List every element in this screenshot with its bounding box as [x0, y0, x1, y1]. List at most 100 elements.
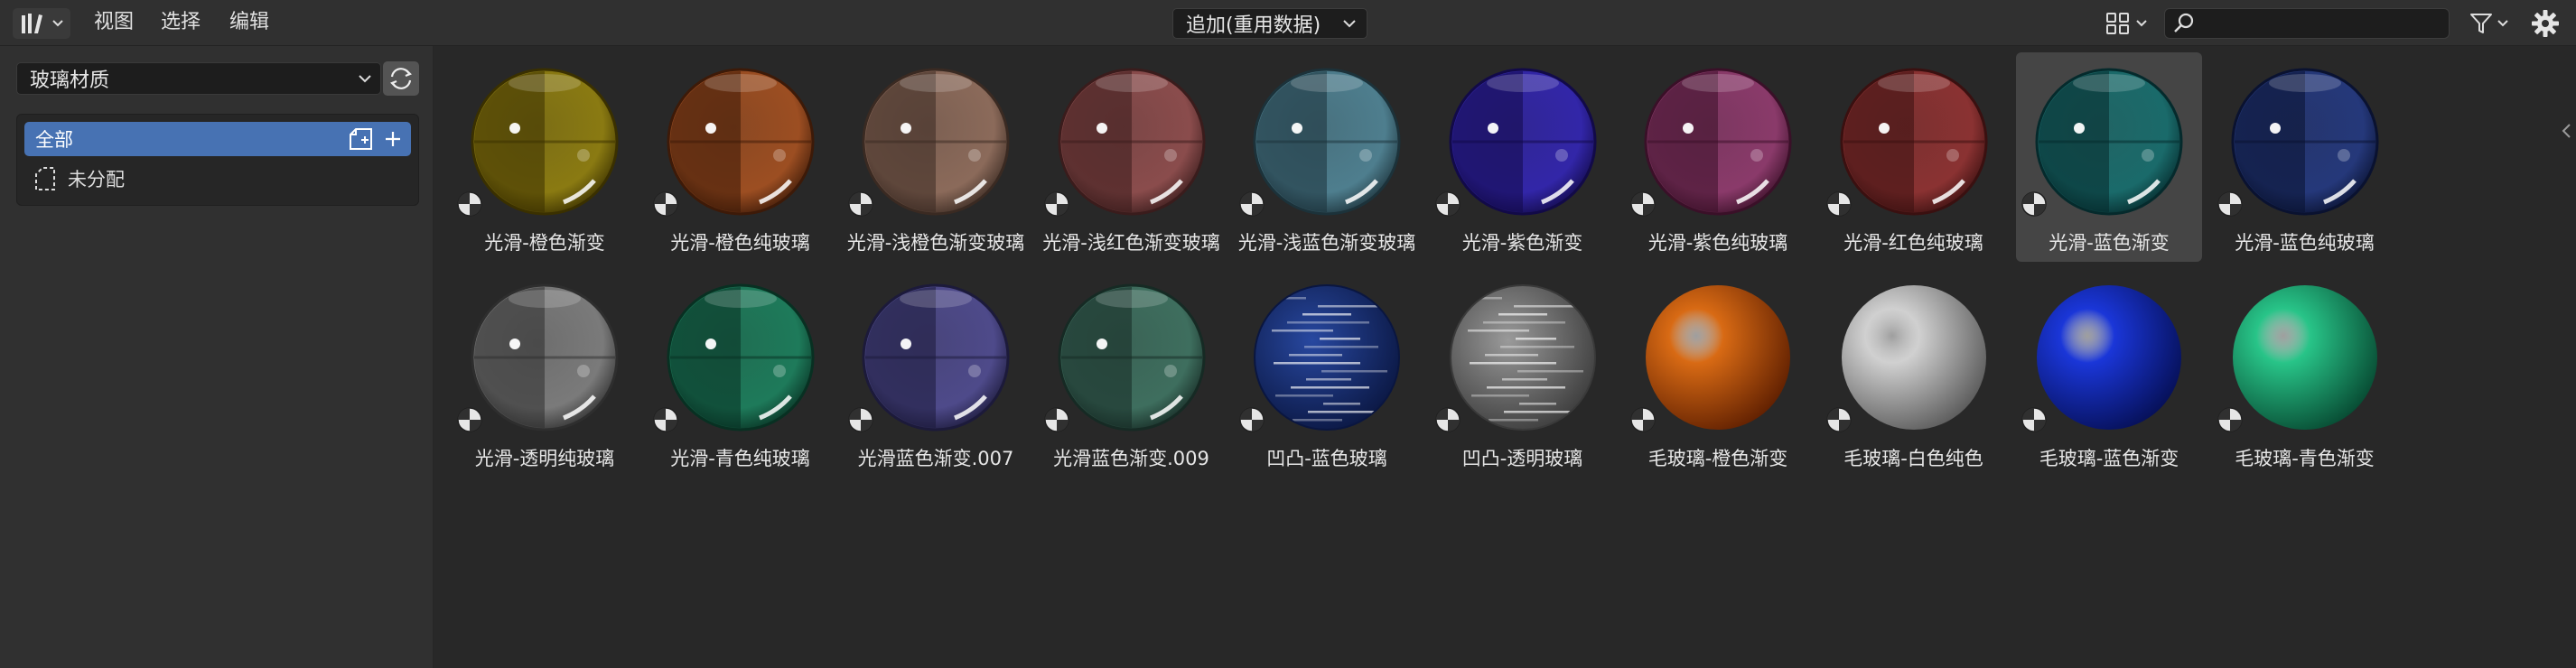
- asset-label: 毛玻璃-橙色渐变: [1647, 448, 1788, 469]
- asset-tile[interactable]: 光滑-紫色纯玻璃: [1625, 52, 1811, 262]
- material-preview-thumbnail: [1643, 283, 1793, 432]
- asset-tile[interactable]: 光滑蓝色渐变.009: [1039, 268, 1225, 478]
- menu-view[interactable]: 视图: [89, 7, 139, 38]
- glass-sphere-preview-icon: [471, 283, 619, 431]
- material-preview-thumbnail: [1057, 283, 1207, 432]
- gear-icon: [2532, 10, 2559, 37]
- asset-tile[interactable]: 光滑-浅蓝色渐变玻璃: [1234, 52, 1420, 262]
- asset-tile[interactable]: 光滑-蓝色渐变: [2016, 52, 2202, 262]
- glass-sphere-preview-icon: [2232, 285, 2377, 430]
- asset-tile[interactable]: 光滑-浅橙色渐变玻璃: [843, 52, 1029, 262]
- asset-tile[interactable]: 凹凸-蓝色玻璃: [1234, 268, 1420, 478]
- material-preview-thumbnail: [1252, 67, 1402, 217]
- asset-tile[interactable]: 光滑-橙色纯玻璃: [648, 52, 834, 262]
- material-preview-thumbnail: [861, 283, 1011, 432]
- grid-view-icon: [2106, 13, 2129, 34]
- asset-label: 光滑-橙色渐变: [484, 232, 605, 254]
- filter-icon: [2470, 14, 2492, 33]
- glass-sphere-preview-icon: [1449, 284, 1596, 431]
- asset-label: 光滑蓝色渐变.007: [857, 448, 1014, 469]
- material-type-icon: [2217, 190, 2244, 218]
- asset-tile[interactable]: 凹凸-透明玻璃: [1430, 268, 1616, 478]
- asset-label: 光滑-紫色渐变: [1461, 232, 1583, 254]
- material-type-icon: [652, 406, 679, 433]
- glass-sphere-preview-icon: [2035, 68, 2183, 216]
- menu-edit[interactable]: 编辑: [224, 7, 275, 38]
- asset-label: 光滑-紫色纯玻璃: [1647, 232, 1788, 254]
- asset-tile[interactable]: 毛玻璃-橙色渐变: [1625, 268, 1811, 478]
- asset-tile[interactable]: 光滑-紫色渐变: [1430, 52, 1616, 262]
- refresh-library-button[interactable]: [383, 61, 419, 96]
- material-preview-thumbnail: [2034, 283, 2184, 432]
- asset-tile[interactable]: 毛玻璃-蓝色渐变: [2016, 268, 2202, 478]
- asset-tile[interactable]: 光滑-青色纯玻璃: [648, 268, 834, 478]
- chevron-down-icon: [359, 74, 371, 82]
- asset-tile[interactable]: 光滑-蓝色纯玻璃: [2212, 52, 2398, 262]
- asset-label: 毛玻璃-白色纯色: [1843, 448, 1983, 469]
- material-preview-thumbnail: [470, 67, 620, 217]
- glass-sphere-preview-icon: [1449, 68, 1596, 216]
- asset-tile[interactable]: 光滑-浅红色渐变玻璃: [1039, 52, 1225, 262]
- asset-label: 毛玻璃-青色渐变: [2235, 448, 2375, 469]
- material-preview-thumbnail: [2230, 67, 2380, 217]
- asset-tile[interactable]: 光滑-橙色渐变: [452, 52, 638, 262]
- glass-sphere-preview-icon: [1841, 285, 1986, 430]
- glass-sphere-preview-icon: [471, 68, 619, 216]
- search-field[interactable]: [2164, 8, 2450, 39]
- new-catalog-icon[interactable]: [348, 127, 375, 151]
- asset-label: 光滑-红色纯玻璃: [1843, 232, 1983, 254]
- material-preview-thumbnail: [1643, 67, 1793, 217]
- material-type-icon: [2021, 190, 2048, 218]
- glass-sphere-preview-icon: [1644, 68, 1792, 216]
- material-type-icon: [1434, 190, 1461, 218]
- material-preview-thumbnail: [1839, 283, 1989, 432]
- material-preview-thumbnail: [2230, 283, 2380, 432]
- asset-library-label: 玻璃材质: [30, 70, 110, 92]
- asset-label: 光滑-青色纯玻璃: [670, 448, 810, 469]
- filter-button[interactable]: [2460, 8, 2516, 39]
- glass-sphere-preview-icon: [1058, 283, 1205, 431]
- editor-type-button[interactable]: [13, 8, 70, 39]
- asset-tile[interactable]: 毛玻璃-白色纯色: [1821, 268, 2007, 478]
- glass-sphere-preview-icon: [667, 283, 814, 431]
- catalog-item-all[interactable]: 全部: [24, 122, 411, 156]
- asset-label: 凹凸-透明玻璃: [1461, 448, 1583, 469]
- display-mode-button[interactable]: [2099, 8, 2153, 39]
- settings-button[interactable]: [2529, 7, 2562, 40]
- material-type-icon: [2021, 406, 2048, 433]
- asset-grid: 光滑-橙色渐变 光滑-橙色纯玻璃 光滑-浅橙色渐变玻璃 光滑-浅红色渐变玻璃 光…: [434, 46, 2576, 668]
- material-preview-thumbnail: [1057, 67, 1207, 217]
- asset-label: 光滑-浅蓝色渐变玻璃: [1237, 232, 1416, 254]
- plus-icon[interactable]: [384, 130, 402, 148]
- asset-tile[interactable]: 光滑-透明纯玻璃: [452, 268, 638, 478]
- asset-label: 光滑-蓝色纯玻璃: [2235, 232, 2375, 254]
- asset-tile[interactable]: 光滑蓝色渐变.007: [843, 268, 1029, 478]
- asset-library-icon: [22, 14, 42, 33]
- import-method-dropdown[interactable]: 追加(重用数据): [1172, 8, 1367, 39]
- material-type-icon: [1043, 190, 1070, 218]
- asset-label: 光滑-蓝色渐变: [2049, 232, 2170, 254]
- asset-tile[interactable]: 光滑-红色纯玻璃: [1821, 52, 2007, 262]
- asset-label: 凹凸-蓝色玻璃: [1266, 448, 1387, 469]
- glass-sphere-preview-icon: [862, 283, 1010, 431]
- asset-label: 光滑-浅红色渐变玻璃: [1042, 232, 1220, 254]
- chevron-down-icon: [52, 20, 63, 27]
- import-method-label: 追加(重用数据): [1186, 14, 1321, 37]
- material-type-icon: [2217, 406, 2244, 433]
- asset-library-dropdown[interactable]: 玻璃材质: [16, 62, 381, 95]
- material-preview-thumbnail: [1252, 283, 1402, 432]
- chevron-down-icon: [2136, 20, 2147, 27]
- asset-browser-header: 视图 选择 编辑 追加(重用数据): [0, 0, 2576, 46]
- glass-sphere-preview-icon: [1253, 68, 1401, 216]
- catalog-sidebar: 玻璃材质 全部 未分配: [0, 46, 434, 668]
- asset-tile[interactable]: 毛玻璃-青色渐变: [2212, 268, 2398, 478]
- menu-select[interactable]: 选择: [155, 7, 206, 38]
- material-preview-thumbnail: [1448, 283, 1598, 432]
- collapse-sidebar-arrow-icon[interactable]: [2560, 122, 2572, 140]
- material-type-icon: [1434, 406, 1461, 433]
- catalog-item-unassigned[interactable]: 未分配: [24, 162, 411, 196]
- search-input[interactable]: [2203, 12, 2449, 35]
- material-preview-thumbnail: [666, 283, 816, 432]
- asset-label: 光滑蓝色渐变.009: [1053, 448, 1209, 469]
- material-type-icon: [456, 406, 483, 433]
